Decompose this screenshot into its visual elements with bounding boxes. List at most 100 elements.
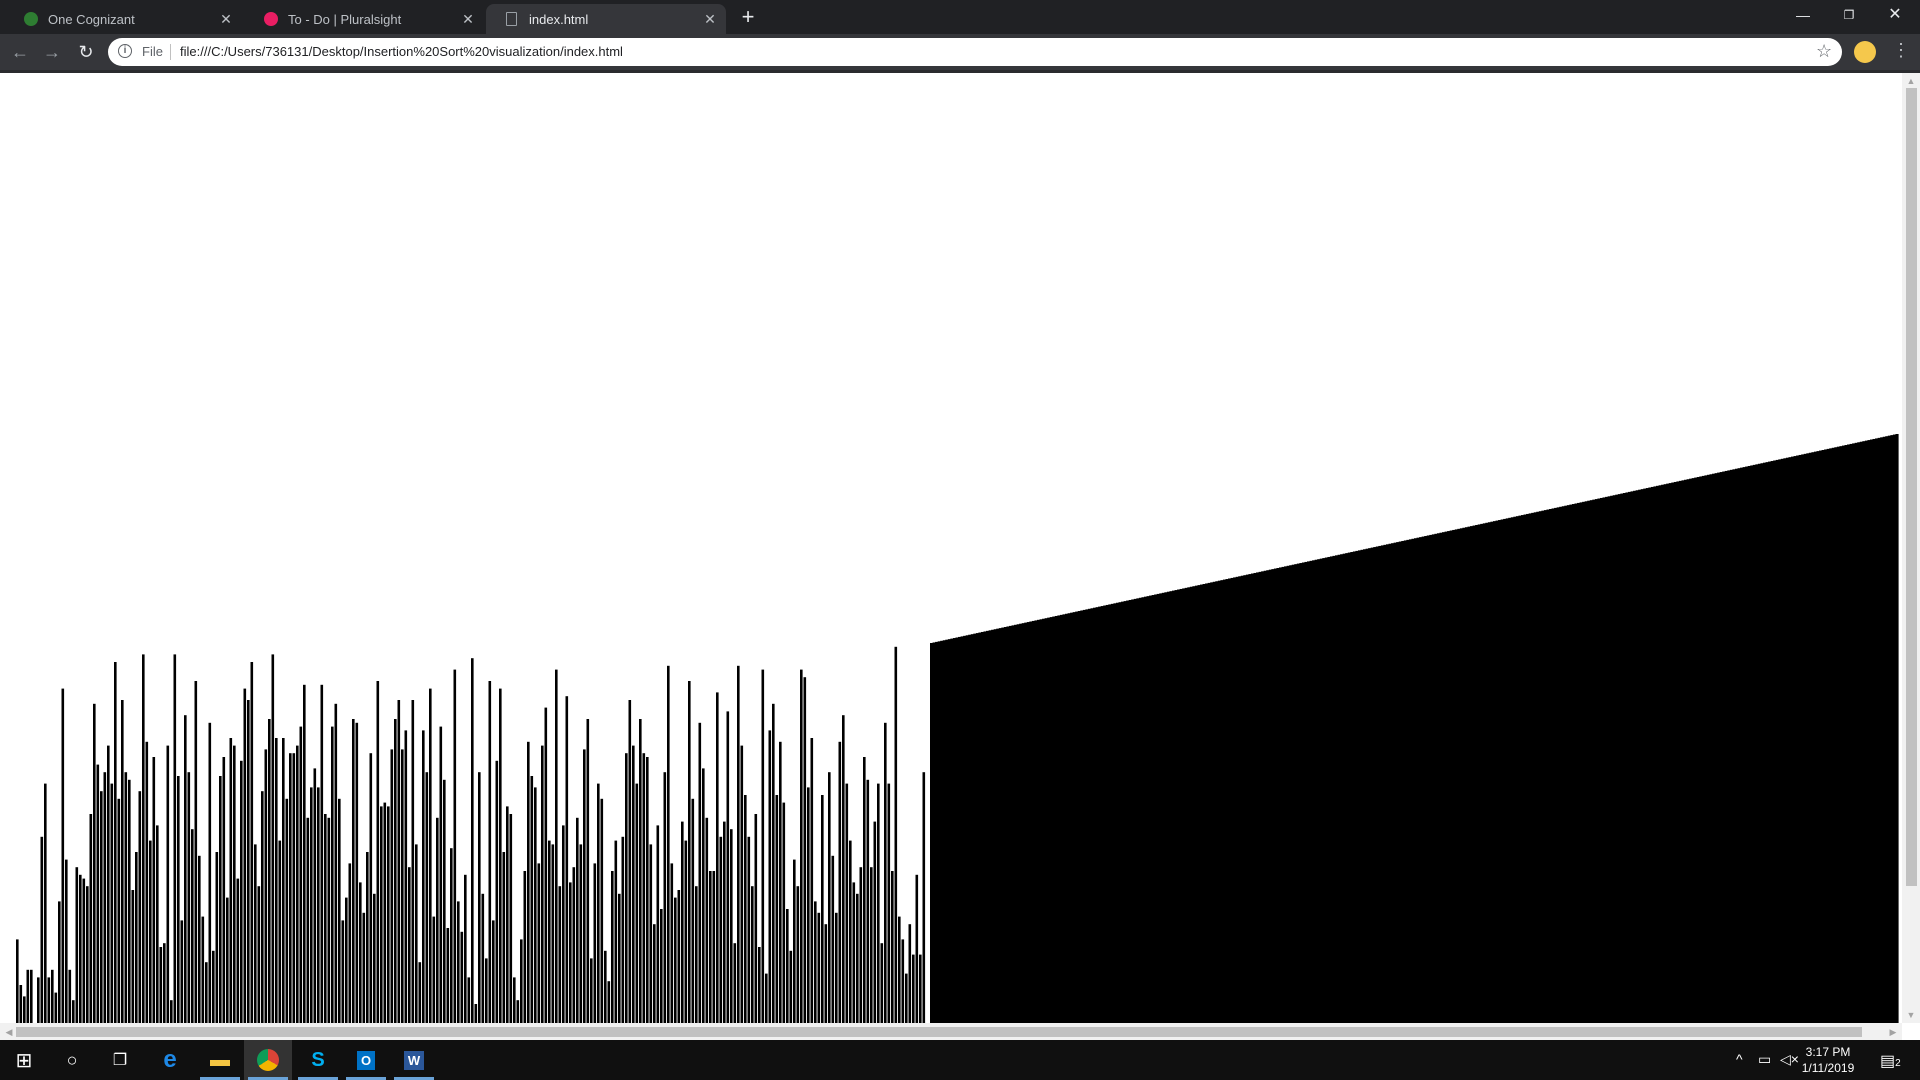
bar: [740, 745, 744, 1023]
taskbar-clock[interactable]: 3:17 PM 1/11/2019: [1790, 1044, 1866, 1076]
vertical-scroll-thumb[interactable]: [1906, 88, 1917, 886]
bar: [674, 897, 677, 1023]
cortana-search-icon[interactable]: ○: [48, 1040, 96, 1080]
close-window-button[interactable]: ✕: [1872, 0, 1918, 30]
bar: [621, 836, 625, 1023]
bar: [40, 836, 44, 1023]
bar: [845, 783, 849, 1023]
action-center-icon[interactable]: ▤2: [1880, 1051, 1901, 1071]
scroll-right-icon[interactable]: ▶: [1886, 1027, 1900, 1037]
more-menu-icon[interactable]: ⋮: [1892, 40, 1910, 61]
restore-button[interactable]: ❐: [1826, 0, 1872, 30]
bar: [520, 939, 523, 1023]
bar: [852, 882, 856, 1023]
bar: [37, 977, 40, 1023]
bar: [807, 787, 810, 1023]
bar: [212, 950, 215, 1023]
bar: [82, 878, 86, 1023]
close-icon[interactable]: ✕: [218, 11, 234, 27]
bar: [667, 665, 670, 1023]
scroll-down-icon[interactable]: ▼: [1904, 1010, 1918, 1020]
bar: [233, 745, 236, 1023]
scroll-up-icon[interactable]: ▲: [1904, 76, 1918, 86]
bar: [436, 817, 439, 1023]
bar: [19, 985, 23, 1023]
bar: [467, 977, 471, 1023]
bar: [439, 726, 443, 1023]
bar: [180, 920, 184, 1023]
bar: [408, 867, 411, 1023]
show-hidden-icons-icon[interactable]: ^: [1736, 1051, 1743, 1067]
skype-icon[interactable]: S: [294, 1040, 342, 1080]
insertion-sort-chart: [16, 434, 1899, 1023]
bar: [901, 939, 905, 1023]
bar: [702, 768, 705, 1023]
bar: [327, 817, 331, 1023]
back-icon[interactable]: ←: [8, 41, 32, 63]
bookmark-star-icon[interactable]: ☆: [1816, 41, 1832, 62]
bar: [744, 795, 747, 1023]
bar: [737, 665, 740, 1023]
bar: [86, 886, 89, 1023]
bar: [915, 874, 919, 1023]
info-icon[interactable]: i: [118, 44, 132, 58]
bar: [579, 844, 583, 1023]
bar: [404, 730, 408, 1023]
bar: [114, 662, 117, 1023]
bar: [219, 776, 222, 1023]
bar: [446, 928, 450, 1023]
bar: [432, 916, 436, 1023]
outlook-icon[interactable]: O: [342, 1040, 390, 1080]
bar: [866, 779, 870, 1023]
bar: [72, 1000, 75, 1023]
bar: [159, 947, 163, 1023]
scroll-left-icon[interactable]: ◀: [2, 1027, 16, 1037]
bar: [583, 749, 586, 1023]
edge-icon[interactable]: e: [146, 1040, 194, 1080]
horizontal-scroll-thumb[interactable]: [16, 1027, 1862, 1037]
bar: [495, 760, 499, 1023]
tab-one-cognizant[interactable]: One Cognizant ✕: [6, 4, 242, 34]
tab-pluralsight[interactable]: To - Do | Pluralsight ✕: [246, 4, 484, 34]
bar: [632, 745, 635, 1023]
bar: [89, 814, 93, 1023]
sorted-bar: [1895, 434, 1899, 1023]
bar: [572, 867, 576, 1023]
bar: [765, 973, 768, 1023]
minimize-button[interactable]: —: [1780, 0, 1826, 30]
windows-start-icon[interactable]: ⊞: [0, 1040, 48, 1080]
chrome-icon[interactable]: [244, 1040, 292, 1080]
bar: [44, 783, 47, 1023]
bar: [600, 798, 604, 1023]
bar: [359, 882, 362, 1023]
reload-icon[interactable]: ↻: [74, 41, 98, 63]
bar: [131, 890, 135, 1023]
bar: [96, 764, 100, 1023]
bar: [320, 684, 324, 1023]
bar: [429, 688, 432, 1023]
bar: [786, 909, 789, 1023]
close-icon[interactable]: ✕: [702, 11, 718, 27]
network-icon[interactable]: ▭: [1758, 1051, 1771, 1068]
bar: [121, 700, 124, 1023]
bar: [289, 753, 292, 1023]
bar: [285, 798, 289, 1023]
bar: [562, 825, 565, 1023]
url-text[interactable]: file:///C:/Users/736131/Desktop/Insertio…: [180, 44, 623, 59]
forward-icon[interactable]: →: [40, 41, 64, 63]
new-tab-button[interactable]: +: [736, 6, 760, 30]
bar: [908, 924, 912, 1023]
bar: [303, 684, 306, 1023]
bar: [551, 844, 555, 1023]
word-icon[interactable]: W: [390, 1040, 438, 1080]
tab-index-html[interactable]: index.html ✕: [486, 4, 726, 34]
bar: [173, 654, 177, 1023]
bar: [79, 874, 82, 1023]
bar: [271, 654, 275, 1023]
bar: [345, 897, 348, 1023]
file-explorer-icon[interactable]: ▬: [196, 1040, 244, 1080]
bar: [884, 722, 887, 1023]
task-view-icon[interactable]: ❐: [96, 1040, 144, 1080]
avatar[interactable]: [1854, 41, 1876, 63]
close-icon[interactable]: ✕: [460, 11, 476, 27]
